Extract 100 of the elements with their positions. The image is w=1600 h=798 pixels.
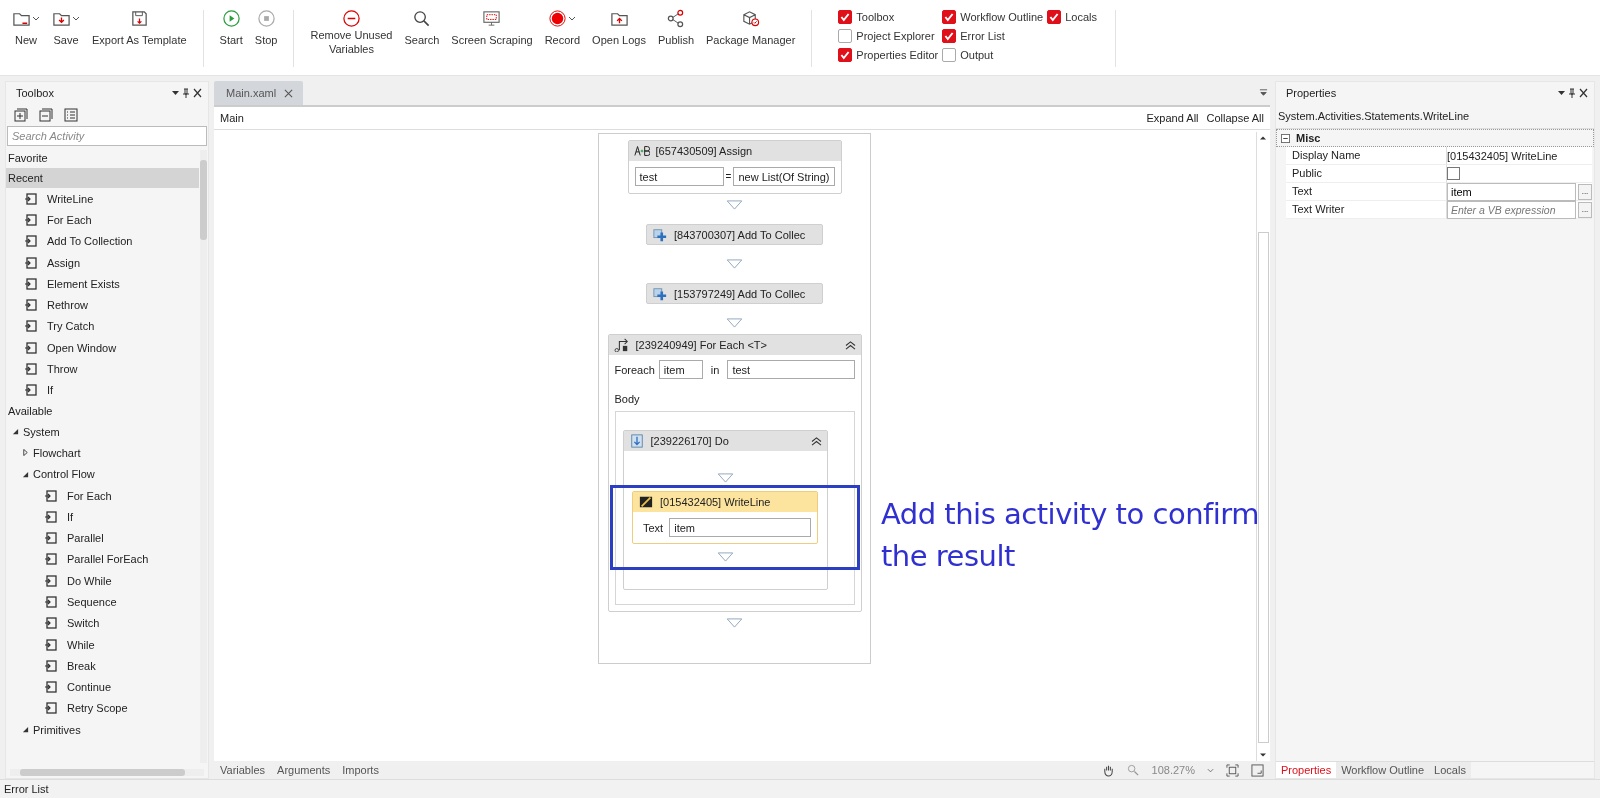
toolbox-activity[interactable]: If [67, 510, 74, 523]
toolbar-button[interactable]: Record [538, 8, 587, 46]
expand-arrow-icon[interactable] [22, 449, 29, 457]
panel-checkbox[interactable]: Error List [942, 26, 1044, 45]
toolbox-activity[interactable]: For Each [67, 489, 112, 502]
panel-tab[interactable]: Properties [1276, 762, 1337, 778]
collapse-chevron-icon[interactable] [844, 340, 856, 350]
panel-checkbox[interactable]: Output [942, 45, 1044, 64]
ellipsis-button[interactable]: ... [1578, 183, 1592, 200]
menu-icon[interactable] [1259, 88, 1268, 97]
panel-checkbox[interactable]: Toolbox [838, 7, 939, 26]
toolbar-button[interactable]: Search [398, 8, 446, 46]
panel-controls-icon[interactable] [172, 88, 202, 98]
document-tab[interactable]: Main.xaml [214, 81, 304, 105]
toolbox-category[interactable]: Recent [6, 168, 199, 188]
assign-to-field[interactable]: test [634, 167, 724, 186]
toolbox-activity[interactable]: Add To Collection [47, 235, 133, 248]
toolbox-activity[interactable]: Try Catch [47, 320, 95, 333]
designer-tab[interactable]: Variables [220, 764, 266, 776]
fit-to-screen-icon[interactable] [1226, 763, 1239, 777]
assign-value-field[interactable]: new List(Of String) [733, 167, 835, 186]
toolbar-button[interactable]: Publish [651, 8, 700, 46]
expand-all-icon[interactable] [14, 108, 28, 122]
toolbox-activity[interactable]: Do While [67, 574, 112, 587]
toolbox-activity[interactable]: Retry Scope [67, 702, 128, 715]
collapse-all-icon[interactable] [39, 108, 53, 122]
toolbox-category[interactable]: Available [6, 400, 199, 421]
expand-all-link[interactable]: Expand All [1146, 112, 1199, 124]
toolbox-activity[interactable]: Sequence [67, 596, 117, 608]
category-label: Misc [1296, 132, 1321, 144]
toolbar-button[interactable]: Start [213, 8, 249, 46]
toolbox-group[interactable]: System [23, 425, 60, 438]
collapse-all-link[interactable]: Collapse All [1206, 112, 1264, 124]
collapsed-activity[interactable]: [153797249] Add To Collec [646, 283, 823, 304]
collapse-chevron-icon[interactable] [810, 436, 822, 446]
designer-tab[interactable]: Imports [342, 764, 379, 776]
toolbox-activity[interactable]: If [47, 384, 54, 397]
toolbar-button[interactable]: Remove Unused Variables [304, 8, 399, 56]
checkbox[interactable] [1447, 167, 1460, 180]
status-bar-tab[interactable]: Error List [4, 783, 49, 795]
for-each-activity[interactable]: [239240949] For Each <T> Foreach item in test Body [239226170] Do [015432405] WriteLine Text item [607, 334, 862, 612]
scroll-down-icon[interactable] [1259, 752, 1267, 758]
toolbox-activity[interactable]: For Each [47, 213, 92, 226]
ellipsis-button[interactable]: ... [1578, 201, 1592, 218]
assign-activity[interactable]: [657430509] Assign test = new List(Of String) [627, 140, 842, 194]
panel-tab[interactable]: Workflow Outline [1336, 762, 1430, 778]
drop-arrow-icon [716, 473, 734, 483]
breadcrumb[interactable]: Main [220, 112, 244, 124]
scroll-up-icon[interactable] [1259, 135, 1267, 141]
toolbar-button[interactable]: Save [46, 8, 86, 46]
panel-checkbox[interactable]: Workflow Outline [942, 7, 1044, 26]
panel-controls-icon[interactable] [1558, 88, 1588, 98]
writeline-activity[interactable]: [015432405] WriteLine Text item [632, 491, 818, 544]
toolbox-activity[interactable]: Switch [67, 617, 100, 630]
toolbox-activity[interactable]: Throw [47, 363, 78, 375]
toolbox-activity[interactable]: Break [67, 659, 96, 672]
list-icon[interactable] [64, 108, 78, 122]
panel-tab[interactable]: Locals [1429, 762, 1471, 778]
property-name: Text [1286, 183, 1446, 201]
toolbox-category[interactable]: Favorite [6, 148, 199, 168]
toolbar-button[interactable]: Open Logs [586, 8, 652, 46]
collapse-arrow-icon[interactable] [12, 428, 19, 436]
toolbox-activity[interactable]: Assign [47, 256, 81, 269]
toolbox-activity[interactable]: Element Exists [47, 277, 120, 290]
activity-icon [24, 383, 38, 398]
toolbox-group[interactable]: Primitives [33, 723, 81, 736]
toolbar-button[interactable]: Package Manager [700, 8, 802, 46]
collapse-icon[interactable] [1281, 133, 1290, 143]
scrollbar[interactable] [10, 769, 204, 776]
collection-field[interactable]: test [727, 360, 855, 379]
sequence-activity[interactable]: [239226170] Do [015432405] WriteLine Text item [622, 430, 828, 590]
toolbox-activity[interactable]: Rethrow [47, 299, 88, 312]
toolbox-activity[interactable]: Continue [67, 681, 112, 694]
overview-icon[interactable] [1251, 763, 1264, 777]
search-field[interactable]: Search Activity [7, 126, 207, 146]
play-icon [221, 8, 241, 28]
designer-tab[interactable]: Arguments [277, 764, 331, 776]
toolbar-button[interactable]: Stop [248, 8, 284, 46]
panel-checkbox[interactable]: Locals [1047, 7, 1097, 26]
toolbox-activity[interactable]: While [67, 638, 95, 651]
toolbox-activity[interactable]: Parallel [67, 532, 104, 545]
toolbox-activity[interactable]: WriteLine [47, 192, 94, 205]
toolbox-activity[interactable]: Open Window [47, 341, 117, 354]
collapsed-activity[interactable]: [843700307] Add To Collec [646, 224, 823, 245]
toolbar-button[interactable]: Export As Template [86, 8, 193, 46]
text-field[interactable]: item [669, 518, 811, 537]
toolbox-group[interactable]: Control Flow [33, 468, 95, 481]
scrollbar[interactable] [200, 150, 207, 763]
item-variable-field[interactable]: item [658, 360, 703, 379]
collapse-arrow-icon[interactable] [22, 726, 29, 734]
toolbox-group[interactable]: Flowchart [33, 446, 81, 459]
hand-icon[interactable] [1101, 763, 1115, 777]
toolbox-activity[interactable]: Parallel ForEach [67, 553, 149, 566]
close-icon[interactable] [284, 88, 294, 98]
scrollbar[interactable] [1256, 132, 1269, 761]
collapse-arrow-icon[interactable] [22, 470, 29, 478]
toolbar-button[interactable]: Screen Scraping [445, 8, 539, 46]
toolbar-button[interactable]: New [6, 8, 46, 46]
panel-checkbox[interactable]: Project Explorer [838, 26, 939, 45]
panel-checkbox[interactable]: Properties Editor [838, 45, 939, 64]
